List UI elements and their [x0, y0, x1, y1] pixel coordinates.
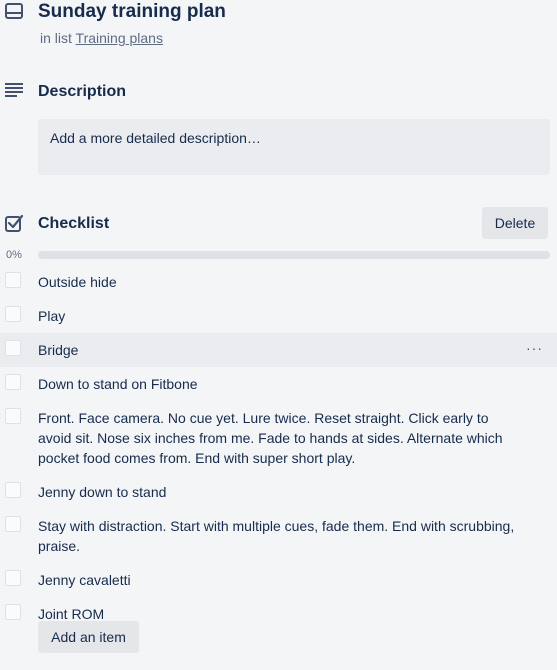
checklist-item-text[interactable]: Joint ROM — [38, 606, 104, 622]
delete-checklist-button[interactable]: Delete — [482, 207, 548, 239]
checklist-item[interactable]: Stay with distraction. Start with multip… — [0, 509, 557, 563]
checklist-item[interactable]: Bridge ··· — [0, 333, 557, 367]
checklist-item-text[interactable]: Stay with distraction. Start with multip… — [38, 518, 514, 554]
checkbox[interactable] — [5, 408, 21, 424]
checklist-item-text[interactable]: Down to stand on Fitbone — [38, 376, 198, 392]
description-icon — [5, 83, 23, 97]
checklist-item[interactable]: Jenny cavaletti — [0, 563, 557, 597]
checklist-item-text[interactable]: Front. Face camera. No cue yet. Lure twi… — [38, 410, 503, 466]
description-title: Description — [38, 83, 127, 100]
progress-percent: 0% — [6, 249, 22, 261]
checklist-item-text[interactable]: Jenny cavaletti — [38, 572, 131, 588]
checklist-item-text[interactable]: Bridge — [38, 342, 78, 358]
checkbox[interactable] — [5, 604, 21, 620]
checkbox[interactable] — [5, 570, 21, 586]
checklist-item[interactable]: Play — [0, 299, 557, 333]
checkbox[interactable] — [5, 482, 21, 498]
card-icon — [5, 3, 23, 19]
list-breadcrumb: in list Training plans — [40, 29, 163, 47]
checkbox[interactable] — [5, 272, 21, 288]
checklist-title[interactable]: Checklist — [38, 214, 109, 234]
more-options-icon[interactable]: ··· — [526, 338, 543, 358]
checklist-item[interactable]: Front. Face camera. No cue yet. Lure twi… — [0, 401, 557, 475]
checklist-item[interactable]: Down to stand on Fitbone — [0, 367, 557, 401]
checkbox[interactable] — [5, 306, 21, 322]
description-input[interactable]: Add a more detailed description… — [38, 119, 550, 175]
list-link[interactable]: Training plans — [76, 30, 163, 46]
checklist-item[interactable]: Jenny down to stand — [0, 475, 557, 509]
checklist-item-text[interactable]: Outside hide — [38, 274, 117, 290]
card-title[interactable]: Sunday training plan — [38, 0, 226, 24]
progress-bar — [38, 251, 550, 259]
checklist-icon — [5, 214, 23, 232]
in-list-prefix: in list — [40, 30, 72, 46]
checklist-items: Outside hide Play Bridge ··· Down to sta… — [0, 265, 557, 631]
checklist-item-text[interactable]: Play — [38, 308, 65, 324]
checklist-item[interactable]: Outside hide — [0, 265, 557, 299]
add-item-button[interactable]: Add an item — [38, 621, 139, 653]
checklist-item-text[interactable]: Jenny down to stand — [38, 484, 166, 500]
checkbox[interactable] — [5, 516, 21, 532]
checkbox[interactable] — [5, 340, 21, 356]
checkbox[interactable] — [5, 374, 21, 390]
